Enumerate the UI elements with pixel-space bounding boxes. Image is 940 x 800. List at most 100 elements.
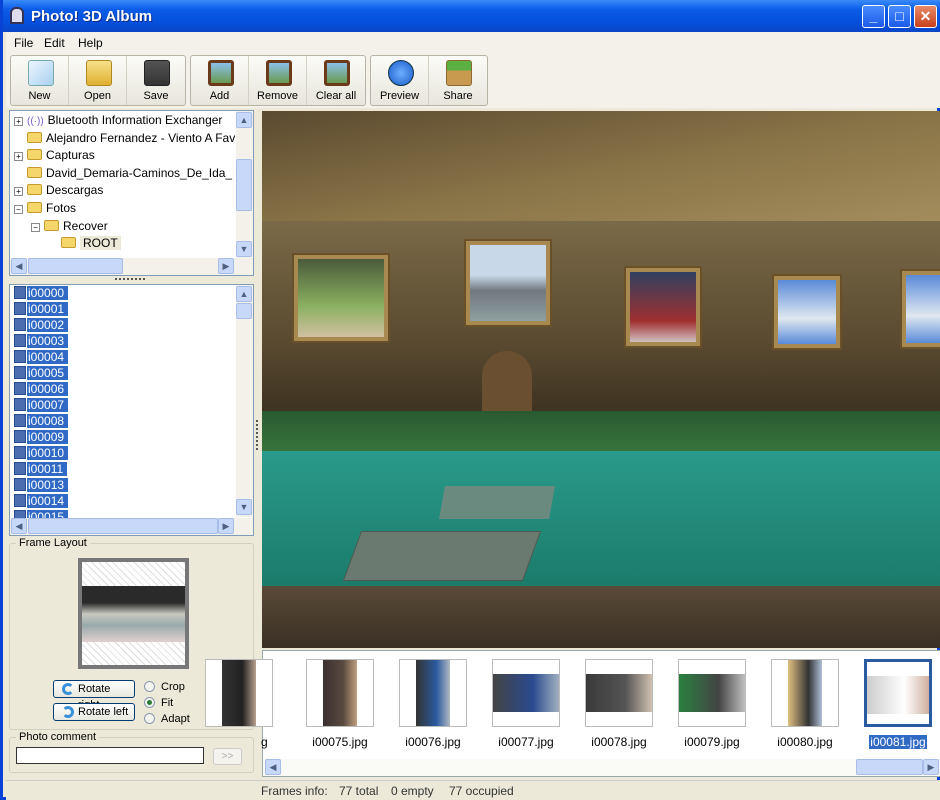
maximize-button[interactable]: □: [888, 5, 911, 28]
wall-photo-frame[interactable]: [772, 274, 842, 350]
scroll-left-arrow[interactable]: ◀: [265, 759, 281, 775]
wall-photo-frame[interactable]: [292, 253, 390, 343]
tree-item[interactable]: + Descargas: [14, 183, 103, 201]
radio-adapt[interactable]: Adapt: [144, 713, 190, 725]
menu-file[interactable]: File: [14, 36, 33, 50]
radio-fit[interactable]: Fit: [144, 697, 173, 709]
thumbnail-frame[interactable]: [864, 659, 932, 727]
thumbnail-frame[interactable]: [205, 659, 273, 727]
scroll-thumb[interactable]: [28, 518, 218, 534]
wall-photo-frame[interactable]: [624, 266, 702, 348]
remove-button[interactable]: Remove: [249, 56, 307, 105]
radio-label: Fit: [161, 697, 174, 709]
thumbnail-label: i00076.jpg: [405, 735, 461, 749]
scroll-left-arrow[interactable]: ◀: [11, 518, 27, 534]
folder-tree[interactable]: + ((·)) Bluetooth Information Exchanger Ale…: [9, 110, 254, 276]
menu-edit[interactable]: Edit: [44, 36, 65, 50]
thumbnail-frame[interactable]: [678, 659, 746, 727]
new-button[interactable]: New: [11, 56, 69, 105]
clear-all-button[interactable]: Clear all: [307, 56, 365, 105]
strip-horizontal-scrollbar[interactable]: ◀ ▶: [263, 759, 940, 776]
file-list-item[interactable]: i00005: [14, 366, 69, 382]
list-vertical-scrollbar[interactable]: ▲ ▼: [236, 285, 253, 517]
open-button[interactable]: Open: [69, 56, 127, 105]
scroll-down-arrow[interactable]: ▼: [236, 499, 252, 515]
scroll-right-arrow[interactable]: ▶: [923, 759, 939, 775]
rotate-left-icon: [62, 706, 74, 718]
file-list-item[interactable]: i00003: [14, 334, 69, 350]
file-list-item[interactable]: i00013: [14, 478, 69, 494]
tree-vertical-scrollbar[interactable]: ▲ ▼: [236, 111, 253, 258]
expand-toggle-icon[interactable]: +: [14, 117, 23, 126]
wall-photo-frame[interactable]: [900, 269, 940, 349]
scroll-up-arrow[interactable]: ▲: [236, 286, 252, 302]
file-list-item[interactable]: i00000: [14, 286, 69, 302]
tree-item[interactable]: Alejandro Fernandez - Viento A Fav: [27, 131, 235, 149]
expand-toggle-icon[interactable]: −: [31, 222, 40, 232]
tree-item[interactable]: + Capturas: [14, 148, 95, 166]
expand-toggle-icon[interactable]: +: [14, 152, 23, 162]
wall-photo-frame[interactable]: [464, 239, 552, 327]
thumbnail-frame[interactable]: [399, 659, 467, 727]
file-list-item[interactable]: i00002: [14, 318, 69, 334]
tree-item[interactable]: ROOT: [61, 236, 121, 254]
tree-item-label: Descargas: [46, 183, 104, 198]
scroll-up-arrow[interactable]: ▲: [236, 112, 252, 128]
file-list-item[interactable]: i00011: [14, 462, 68, 478]
file-list-item[interactable]: i00007: [14, 398, 69, 414]
tree-item-label: Fotos: [46, 201, 77, 215]
tree-item[interactable]: + ((·)) Bluetooth Information Exchanger: [14, 113, 222, 131]
apply-comment-button[interactable]: >>: [213, 748, 242, 765]
3d-album-view[interactable]: [262, 111, 940, 648]
preview-button[interactable]: Preview: [371, 56, 429, 105]
tree-item[interactable]: − Recover: [31, 219, 108, 237]
file-list-item[interactable]: i00004: [14, 350, 69, 366]
app-window: Photo! 3D Album _ □ ✕ File Edit Help New…: [0, 0, 940, 800]
rotate-left-button[interactable]: Rotate left: [53, 703, 135, 721]
scroll-right-arrow[interactable]: ▶: [218, 518, 234, 534]
file-list-item[interactable]: i00010: [14, 446, 69, 462]
file-name: i00009: [27, 430, 69, 444]
thumbnail-frame[interactable]: [492, 659, 560, 727]
thumbnail-frame[interactable]: [306, 659, 374, 727]
tree-horizontal-scrollbar[interactable]: ◀ ▶: [10, 258, 253, 275]
rotate-right-button[interactable]: Rotate right: [53, 680, 135, 711]
minimize-button[interactable]: _: [862, 5, 885, 28]
file-list-item[interactable]: i00006: [14, 382, 69, 398]
scroll-thumb[interactable]: [236, 303, 252, 319]
scroll-thumb[interactable]: [236, 159, 252, 211]
radio-button[interactable]: [144, 713, 155, 724]
expand-toggle-icon[interactable]: +: [14, 187, 23, 197]
list-horizontal-scrollbar[interactable]: ◀ ▶: [10, 518, 253, 535]
add-button[interactable]: Add: [191, 56, 249, 105]
tree-item[interactable]: David_Demaria-Caminos_De_Ida_: [27, 166, 232, 184]
scroll-down-arrow[interactable]: ▼: [236, 241, 252, 257]
splitter-handle[interactable]: [115, 278, 145, 280]
menu-help[interactable]: Help: [78, 36, 103, 50]
file-list-item[interactable]: i00009: [14, 430, 69, 446]
file-name: i00006: [27, 382, 69, 396]
scroll-thumb[interactable]: [28, 258, 123, 274]
tree-item[interactable]: − Fotos: [14, 201, 76, 219]
radio-button-checked[interactable]: [144, 697, 155, 708]
radio-button[interactable]: [144, 681, 155, 692]
thumbnail-frame[interactable]: [585, 659, 653, 727]
radio-crop[interactable]: Crop: [144, 681, 185, 693]
vertical-splitter[interactable]: [256, 420, 258, 450]
share-button[interactable]: Share: [429, 56, 487, 105]
scroll-thumb[interactable]: [856, 759, 923, 775]
tree-item-label: David_Demaria-Caminos_De_Ida_: [46, 165, 233, 180]
file-list[interactable]: i00000 i00001 i00002 i00003 i00004 i00005 i000…: [9, 284, 254, 536]
expand-toggle-icon[interactable]: −: [14, 205, 23, 214]
thumbnail-frame[interactable]: [771, 659, 839, 727]
save-button[interactable]: Save: [127, 56, 185, 105]
file-list-item[interactable]: i00001: [14, 302, 69, 318]
scroll-right-arrow[interactable]: ▶: [218, 258, 234, 274]
photo-comment-input[interactable]: [16, 747, 204, 764]
file-list-item[interactable]: i00008: [14, 414, 69, 430]
file-list-item[interactable]: i00014: [14, 494, 69, 510]
title-bar[interactable]: Photo! 3D Album _ □ ✕: [3, 0, 940, 32]
scroll-left-arrow[interactable]: ◀: [11, 258, 27, 274]
thumbnail-label: g: [261, 735, 268, 749]
close-button[interactable]: ✕: [914, 5, 937, 28]
